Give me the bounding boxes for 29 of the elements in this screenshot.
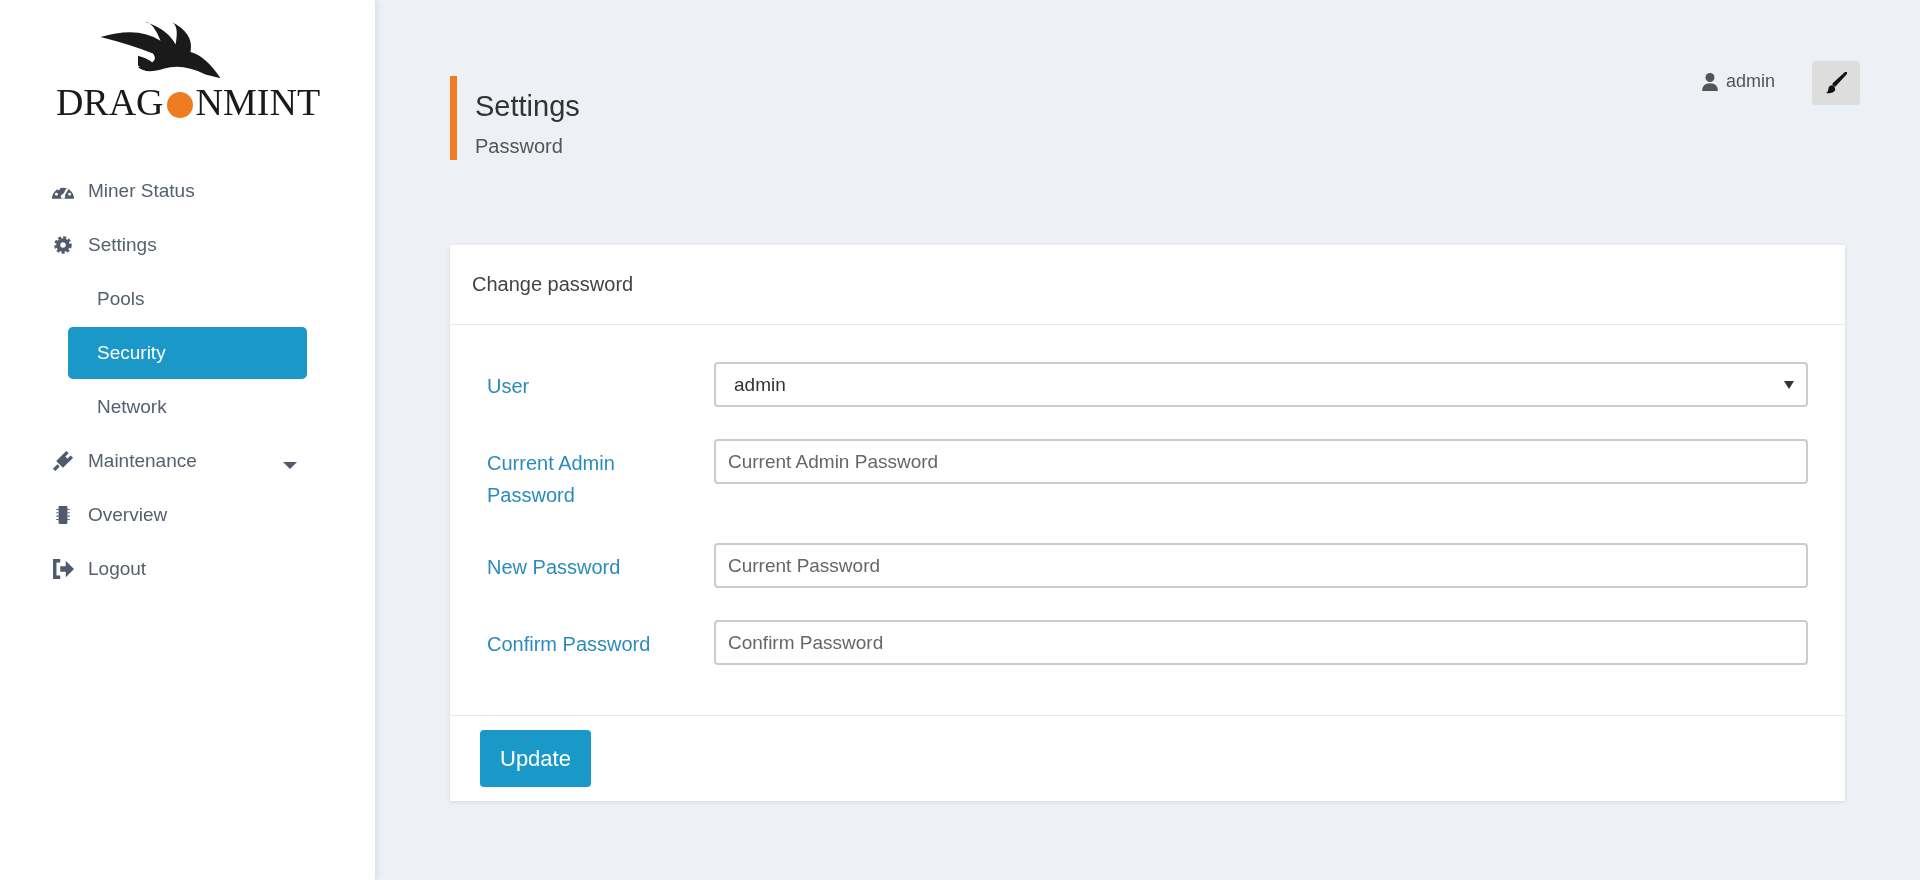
password-field[interactable]: Current Admin Password (714, 439, 1808, 484)
card-title: Change password (450, 245, 1845, 325)
user-select[interactable]: admin (714, 362, 1808, 407)
field-label: New Password (487, 555, 622, 580)
nav-item[interactable]: Network (68, 381, 307, 433)
password-field[interactable]: Current Password (714, 543, 1808, 588)
field-label: User (487, 374, 531, 399)
password-field[interactable]: Confirm Password (714, 620, 1808, 665)
user-icon (1701, 72, 1718, 91)
user-name: admin (1725, 71, 1775, 92)
gear-icon (52, 235, 74, 255)
logo-text: NMINT (195, 80, 321, 124)
paintbrush-icon (1825, 72, 1847, 94)
nav-item[interactable]: Settings (52, 218, 307, 272)
logout-icon (52, 559, 74, 579)
field-label: Current Admin Password (487, 451, 616, 508)
logo-text: DRAG (55, 80, 164, 124)
nav-item[interactable]: Maintenance (52, 434, 307, 488)
plug-icon (52, 451, 74, 471)
nav-item[interactable]: Overview (52, 488, 307, 542)
nav-item[interactable]: Miner Status (52, 164, 307, 218)
fireball-icon (166, 92, 193, 118)
dropdown-arrow-icon (1784, 380, 1794, 389)
nav-item[interactable]: Logout (52, 542, 307, 596)
page-title: Settings (475, 90, 581, 123)
field-label: Confirm Password (487, 632, 652, 657)
page-subtitle: Password (475, 135, 564, 158)
nav-item[interactable]: Pools (68, 273, 307, 325)
theme-button[interactable] (1812, 61, 1860, 105)
